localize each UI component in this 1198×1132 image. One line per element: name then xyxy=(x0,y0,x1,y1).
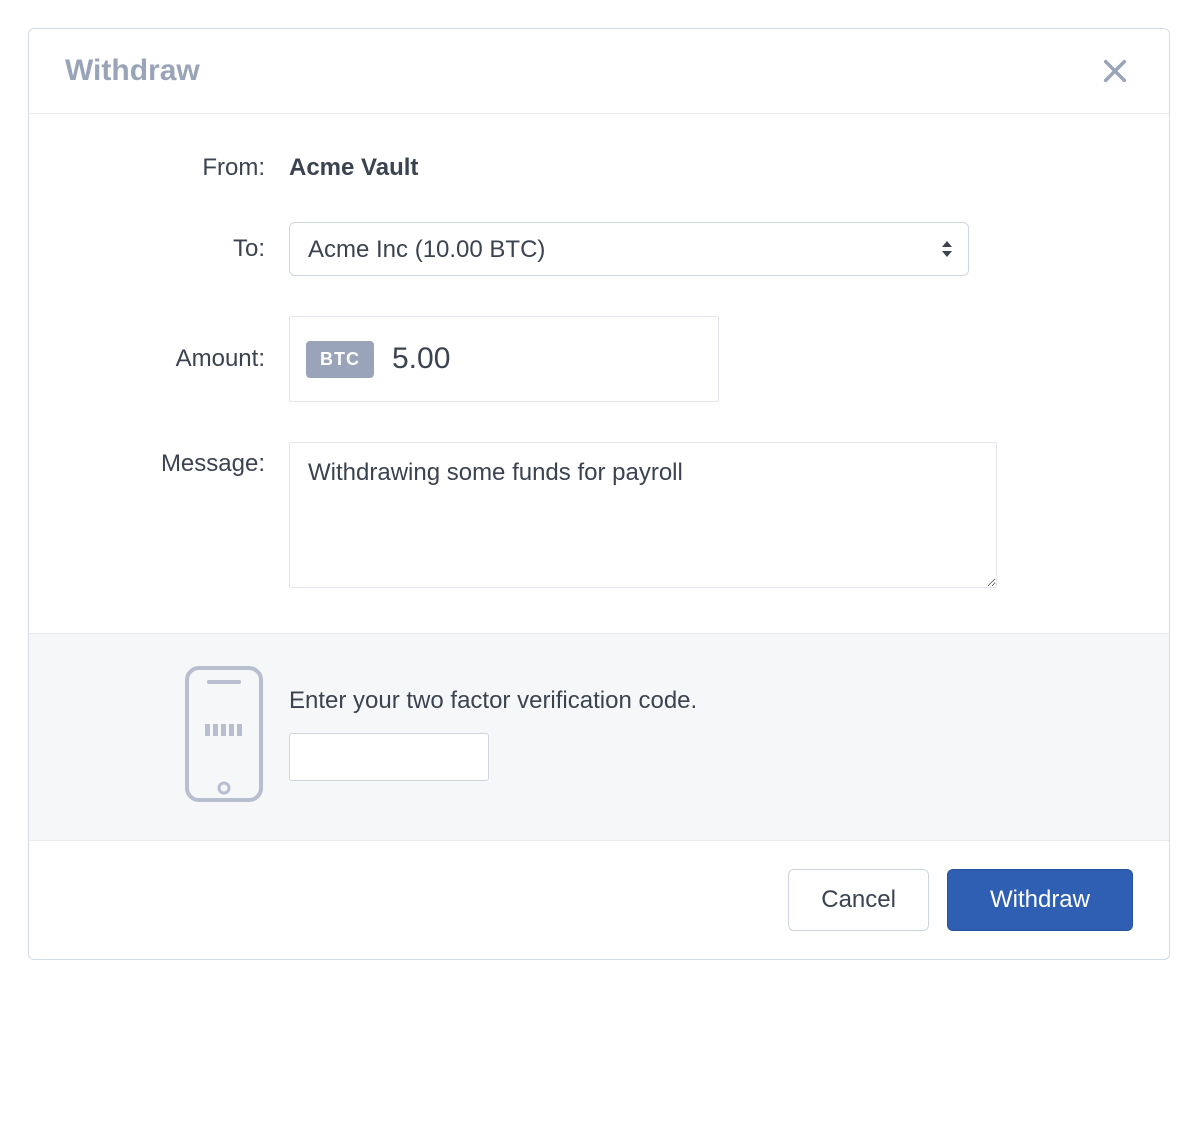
withdraw-button[interactable]: Withdraw xyxy=(947,869,1133,931)
twofa-section: Enter your two factor verification code. xyxy=(29,633,1169,841)
amount-input[interactable] xyxy=(392,342,778,376)
twofa-input[interactable] xyxy=(289,733,489,781)
close-icon xyxy=(1101,57,1129,85)
to-row: To: Acme Inc (10.00 BTC) xyxy=(89,222,1109,276)
modal-header: Withdraw xyxy=(29,29,1169,114)
amount-label: Amount: xyxy=(89,345,289,373)
currency-badge: BTC xyxy=(306,341,374,378)
amount-row: Amount: BTC xyxy=(89,316,1109,402)
withdraw-modal: Withdraw From: Acme Vault To: Acme Inc (… xyxy=(28,28,1170,960)
modal-footer: Cancel Withdraw xyxy=(29,841,1169,959)
from-value: Acme Vault xyxy=(289,154,1109,182)
to-select[interactable]: Acme Inc (10.00 BTC) xyxy=(289,222,969,276)
modal-title: Withdraw xyxy=(65,54,200,88)
from-row: From: Acme Vault xyxy=(89,154,1109,182)
message-input[interactable] xyxy=(289,442,997,588)
message-label: Message: xyxy=(89,442,289,478)
amount-input-group: BTC xyxy=(289,316,719,402)
to-label: To: xyxy=(89,235,289,263)
message-row: Message: xyxy=(89,442,1109,593)
phone-icon xyxy=(89,664,289,804)
cancel-button[interactable]: Cancel xyxy=(788,869,929,931)
from-label: From: xyxy=(89,154,289,182)
twofa-label: Enter your two factor verification code. xyxy=(289,687,1109,715)
close-button[interactable] xyxy=(1097,53,1133,89)
modal-body: From: Acme Vault To: Acme Inc (10.00 BTC… xyxy=(29,114,1169,633)
